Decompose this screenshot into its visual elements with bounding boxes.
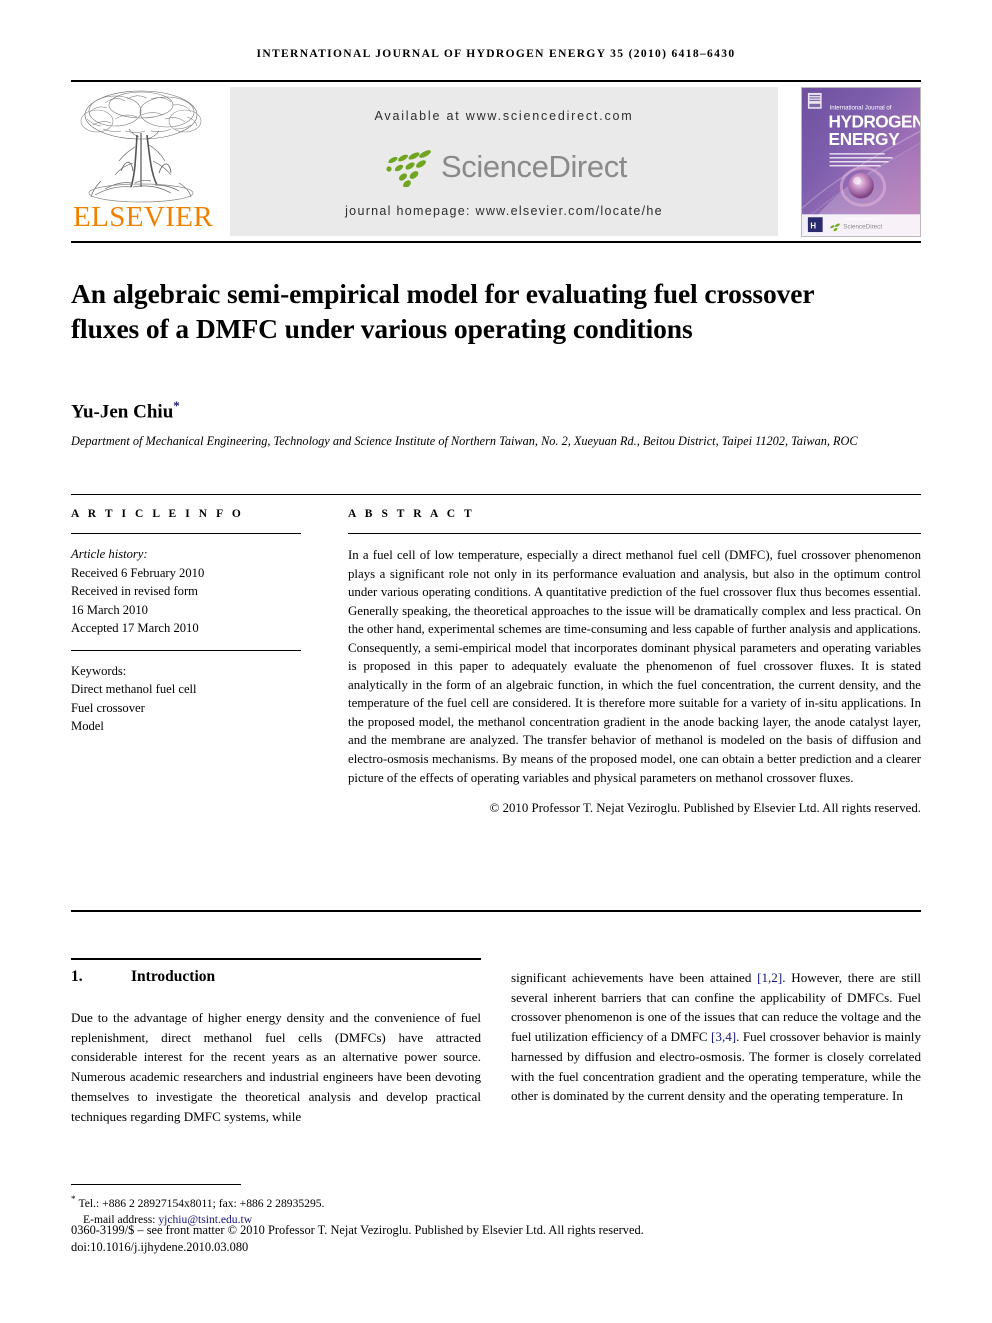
article-page: International Journal of Hydrogen Energy… (0, 0, 992, 1323)
section-top-rule (71, 958, 481, 960)
page-title: An algebraic semi-empirical model for ev… (71, 278, 814, 345)
body-paragraph: Due to the advantage of higher energy de… (71, 1010, 481, 1124)
sciencedirect-logo: ScienceDirect (230, 139, 778, 195)
article-history-block: Article history: Received 6 February 201… (71, 545, 301, 638)
author-name: Yu-Jen Chiu* (71, 398, 771, 423)
section-heading-introduction: 1. Introduction (71, 968, 481, 986)
history-item: Accepted 17 March 2010 (71, 621, 199, 635)
front-matter-block: 0360-3199/$ – see front matter © 2010 Pr… (71, 1222, 921, 1256)
svg-text:H: H (810, 222, 816, 231)
corresponding-author-marker[interactable]: * (173, 398, 180, 413)
article-info-separator (71, 649, 301, 651)
svg-text:ScienceDirect: ScienceDirect (843, 224, 882, 231)
author-affiliation: Department of Mechanical Engineering, Te… (71, 434, 858, 448)
sciencedirect-leaf-icon (386, 150, 431, 187)
article-history-label: Article history: (71, 547, 148, 561)
footnote-rule (71, 1184, 241, 1185)
author-name-text: Yu-Jen Chiu (71, 401, 174, 423)
info-bottom-rule (71, 910, 921, 912)
history-item: Received in revised form (71, 584, 198, 598)
sciencedirect-banner: Available at www.sciencedirect.com Scien… (230, 87, 778, 236)
masthead: ELSEVIER Available at www.sciencedirect.… (71, 85, 921, 238)
section-number: 1. (71, 968, 83, 985)
elsevier-wordmark: ELSEVIER (73, 201, 214, 233)
article-info-heading: A R T I C L E I N F O (71, 508, 244, 520)
journal-cover-art: International Journal of HYDROGEN ENERGY… (802, 88, 920, 236)
keywords-label: Keywords: (71, 663, 127, 678)
footnote-tel-line: * Tel.: +886 2 28927154x8011; fax: +886 2… (71, 1191, 491, 1212)
body-text-part: significant achievements have been attai… (511, 970, 758, 985)
history-item: 16 March 2010 (71, 602, 148, 617)
front-matter-line: 0360-3199/$ – see front matter © 2010 Pr… (71, 1223, 644, 1237)
doi-line: doi:10.1016/j.ijhydene.2010.03.080 (71, 1240, 249, 1254)
article-info-column: A R T I C L E I N F O Article history: R… (71, 508, 301, 736)
masthead-bottom-rule (71, 241, 921, 243)
section-title: Introduction (131, 968, 216, 985)
history-item: Received 6 February 2010 (71, 565, 205, 580)
journal-cover-thumbnail: International Journal of HYDROGEN ENERGY… (801, 87, 921, 237)
footnote-star-marker: * (71, 1194, 76, 1204)
sciencedirect-wordmark: ScienceDirect (440, 149, 628, 184)
available-at-text: Available at www.sciencedirect.com (374, 109, 634, 123)
body-column-left: 1. Introduction Due to the advantage of … (71, 968, 481, 1126)
citation-link-1[interactable]: [1,2] (757, 970, 782, 985)
elsevier-tree-icon (80, 90, 202, 203)
citation-link-2[interactable]: [3,4] (711, 1029, 736, 1044)
elsevier-logo-block: ELSEVIER (71, 85, 215, 238)
article-info-heading-rule (71, 533, 301, 534)
keyword-item: Model (71, 719, 104, 733)
abstract-heading: A B S T R A C T (348, 508, 475, 520)
footnote-tel-text: Tel.: +886 2 28927154x8011; fax: +886 2 … (78, 1196, 325, 1210)
info-top-rule (71, 494, 921, 495)
keywords-block: Keywords: Direct methanol fuel cell Fuel… (71, 662, 301, 736)
body-paragraph-continued: significant achievements have been attai… (511, 968, 921, 1106)
header-rule (71, 80, 921, 82)
body-column-right: significant achievements have been attai… (511, 968, 921, 1106)
abstract-heading-rule (348, 533, 921, 534)
abstract-column: A B S T R A C T In a fuel cell of low te… (348, 508, 921, 816)
keyword-item: Fuel crossover (71, 700, 145, 715)
keyword-item: Direct methanol fuel cell (71, 682, 197, 696)
svg-text:ENERGY: ENERGY (829, 129, 901, 149)
journal-homepage-text: journal homepage: www.elsevier.com/locat… (345, 204, 663, 218)
running-head: International Journal of Hydrogen Energy… (256, 48, 736, 60)
abstract-copyright: © 2010 Professor T. Nejat Veziroglu. Pub… (489, 801, 921, 816)
abstract-text: In a fuel cell of low temperature, espec… (348, 548, 921, 785)
